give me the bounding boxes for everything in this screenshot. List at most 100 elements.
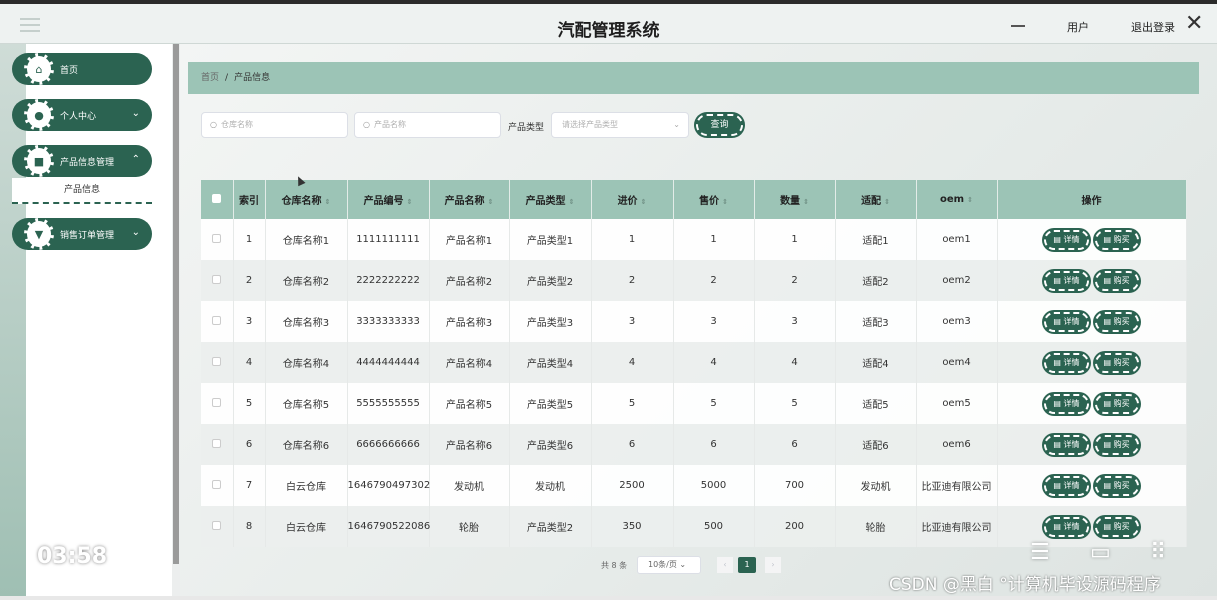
cell-type: 发动机 bbox=[509, 465, 592, 506]
sort-icon[interactable]: ⇕ bbox=[803, 198, 809, 206]
column-header-warehouse[interactable]: 仓库名称 ⇕ bbox=[265, 180, 348, 219]
detail-label: 详情 bbox=[1063, 275, 1080, 285]
minimize-icon[interactable] bbox=[1011, 25, 1025, 27]
scrollbar-thumb[interactable] bbox=[173, 44, 179, 564]
user-link[interactable]: 用户 bbox=[1067, 19, 1089, 35]
query-button[interactable]: 查询 bbox=[696, 114, 743, 136]
cell-fit: 适配4 bbox=[835, 342, 917, 383]
sidebar-item-product-management[interactable]: ■ 产品信息管理 ⌃ bbox=[12, 145, 152, 177]
sort-icon[interactable]: ⇕ bbox=[967, 196, 973, 204]
buy-button[interactable]: ▤ 购买 bbox=[1094, 475, 1139, 496]
select-cell bbox=[201, 424, 234, 465]
table-row[interactable]: 6 仓库名称6 6666666666 产品名称6 产品类型6 6 6 6 适配6 oem6 ▤ 详情… bbox=[201, 424, 1187, 465]
sort-icon[interactable]: ⇕ bbox=[884, 198, 890, 206]
sort-icon[interactable]: ⇕ bbox=[488, 198, 494, 206]
buy-button[interactable]: ▤ 购买 bbox=[1094, 434, 1139, 455]
detail-button[interactable]: ▤ 详情 bbox=[1044, 475, 1089, 496]
sort-icon[interactable]: ⇕ bbox=[569, 198, 575, 206]
row-checkbox[interactable] bbox=[212, 479, 222, 489]
product-search-input[interactable]: ○ 产品名称 bbox=[354, 112, 501, 138]
column-header-oem[interactable]: oem ⇕ bbox=[916, 180, 998, 219]
buy-button[interactable]: ▤ 购买 bbox=[1094, 270, 1139, 291]
cell-code: 5555555555 bbox=[347, 383, 430, 424]
column-header-price[interactable]: 售价 ⇕ bbox=[673, 180, 755, 219]
sidebar-item-profile[interactable]: ● 个人中心 ⌄ bbox=[12, 99, 152, 131]
sort-icon[interactable]: ⇕ bbox=[722, 198, 728, 206]
row-checkbox[interactable] bbox=[212, 233, 222, 243]
row-checkbox[interactable] bbox=[212, 315, 222, 325]
main-content: 首页 / 产品信息 ○ 仓库名称 ○ 产品名称 产品类型 请选择产品类型 ⌄ 查询 索引… bbox=[180, 44, 1217, 596]
sort-icon[interactable]: ⇕ bbox=[641, 198, 647, 206]
detail-label: 详情 bbox=[1063, 480, 1080, 490]
buy-label: 购买 bbox=[1113, 439, 1130, 449]
cell-actions: ▤ 详情 ▤ 购买 bbox=[997, 465, 1187, 506]
table-row[interactable]: 5 仓库名称5 5555555555 产品名称5 产品类型5 5 5 5 适配5 oem5 ▤ 详情… bbox=[201, 383, 1187, 424]
detail-button[interactable]: ▤ 详情 bbox=[1044, 352, 1089, 373]
sort-icon[interactable]: ⇕ bbox=[325, 198, 331, 206]
logout-link[interactable]: 退出登录 bbox=[1131, 19, 1175, 35]
product-type-select[interactable]: 请选择产品类型 ⌄ bbox=[551, 112, 689, 138]
cell-warehouse: 仓库名称5 bbox=[265, 383, 348, 424]
page-number-button[interactable]: 1 bbox=[738, 557, 756, 573]
chevron-down-icon: ⌄ bbox=[131, 227, 140, 238]
column-header-quantity[interactable]: 数量 ⇕ bbox=[754, 180, 836, 219]
cell-price: 4 bbox=[673, 342, 755, 383]
buy-button[interactable]: ▤ 购买 bbox=[1094, 352, 1139, 373]
table-row[interactable]: 7 白云仓库 1646790497302 发动机 发动机 2500 5000 700 发动机 比亚… bbox=[201, 465, 1187, 506]
watermark: CSDN @黑白 °计算机毕设源码程序 bbox=[889, 575, 1161, 595]
detail-button[interactable]: ▤ 详情 bbox=[1044, 516, 1089, 537]
close-icon[interactable]: ✕ bbox=[1185, 12, 1203, 36]
sidebar-item-home[interactable]: ⌂ 首页 bbox=[12, 53, 152, 85]
select-all-checkbox[interactable] bbox=[212, 193, 222, 203]
document-icon: ▤ bbox=[1053, 316, 1061, 326]
chevron-down-icon: ⌄ bbox=[131, 108, 140, 119]
detail-button[interactable]: ▤ 详情 bbox=[1044, 311, 1089, 332]
table-row[interactable]: 3 仓库名称3 3333333333 产品名称3 产品类型3 3 3 3 适配3 oem3 ▤ 详情… bbox=[201, 301, 1187, 342]
grid-menu-icon[interactable]: ⠿ bbox=[1150, 540, 1166, 565]
sort-icon[interactable]: ⇕ bbox=[407, 198, 413, 206]
comment-icon[interactable]: ▭ bbox=[1090, 540, 1111, 565]
column-header-cost[interactable]: 进价 ⇕ bbox=[591, 180, 674, 219]
cell-quantity: 4 bbox=[754, 342, 836, 383]
sidebar-subitem-product-info[interactable]: 产品信息 bbox=[12, 178, 152, 204]
buy-button[interactable]: ▤ 购买 bbox=[1094, 516, 1139, 537]
row-checkbox[interactable] bbox=[212, 438, 222, 448]
warehouse-search-input[interactable]: ○ 仓库名称 bbox=[201, 112, 348, 138]
detail-button[interactable]: ▤ 详情 bbox=[1044, 393, 1089, 414]
playlist-icon[interactable]: ☰ bbox=[1030, 540, 1050, 565]
next-page-button[interactable]: › bbox=[765, 557, 781, 573]
cell-type: 产品类型4 bbox=[509, 342, 592, 383]
row-checkbox[interactable] bbox=[212, 274, 222, 284]
cell-name: 产品名称5 bbox=[429, 383, 510, 424]
column-header-type[interactable]: 产品类型 ⇕ bbox=[509, 180, 592, 219]
buy-button[interactable]: ▤ 购买 bbox=[1094, 229, 1139, 250]
user-icon: ● bbox=[24, 99, 54, 131]
table-row[interactable]: 1 仓库名称1 1111111111 产品名称1 产品类型1 1 1 1 适配1 oem1 ▤ 详情… bbox=[201, 219, 1187, 260]
buy-button[interactable]: ▤ 购买 bbox=[1094, 393, 1139, 414]
row-checkbox[interactable] bbox=[212, 397, 222, 407]
buy-button[interactable]: ▤ 购买 bbox=[1094, 311, 1139, 332]
page-size-select[interactable]: 10条/页 ⌄ bbox=[637, 556, 701, 574]
cell-name: 产品名称1 bbox=[429, 219, 510, 260]
column-header-fit[interactable]: 适配 ⇕ bbox=[835, 180, 917, 219]
detail-button[interactable]: ▤ 详情 bbox=[1044, 434, 1089, 455]
column-header-code[interactable]: 产品编号 ⇕ bbox=[347, 180, 430, 219]
detail-button[interactable]: ▤ 详情 bbox=[1044, 229, 1089, 250]
row-checkbox[interactable] bbox=[212, 520, 222, 530]
cell-type: 产品类型6 bbox=[509, 424, 592, 465]
select-all-cell bbox=[201, 180, 234, 219]
column-header-name[interactable]: 产品名称 ⇕ bbox=[429, 180, 510, 219]
table-row[interactable]: 4 仓库名称4 4444444444 产品名称4 产品类型4 4 4 4 适配4 oem4 ▤ 详情… bbox=[201, 342, 1187, 383]
sidebar-item-sales-orders[interactable]: ▼ 销售订单管理 ⌄ bbox=[12, 218, 152, 250]
select-cell bbox=[201, 342, 234, 383]
cell-cost: 1 bbox=[591, 219, 674, 260]
detail-button[interactable]: ▤ 详情 bbox=[1044, 270, 1089, 291]
table-row[interactable]: 2 仓库名称2 2222222222 产品名称2 产品类型2 2 2 2 适配2 oem2 ▤ 详情… bbox=[201, 260, 1187, 301]
sidebar-scrollbar[interactable] bbox=[172, 44, 180, 596]
document-icon: ▤ bbox=[1103, 480, 1112, 490]
row-checkbox[interactable] bbox=[212, 356, 222, 366]
breadcrumb-home[interactable]: 首页 bbox=[201, 73, 219, 83]
column-header-index[interactable]: 索引 bbox=[233, 180, 266, 219]
prev-page-button[interactable]: ‹ bbox=[717, 557, 733, 573]
select-cell bbox=[201, 383, 234, 424]
